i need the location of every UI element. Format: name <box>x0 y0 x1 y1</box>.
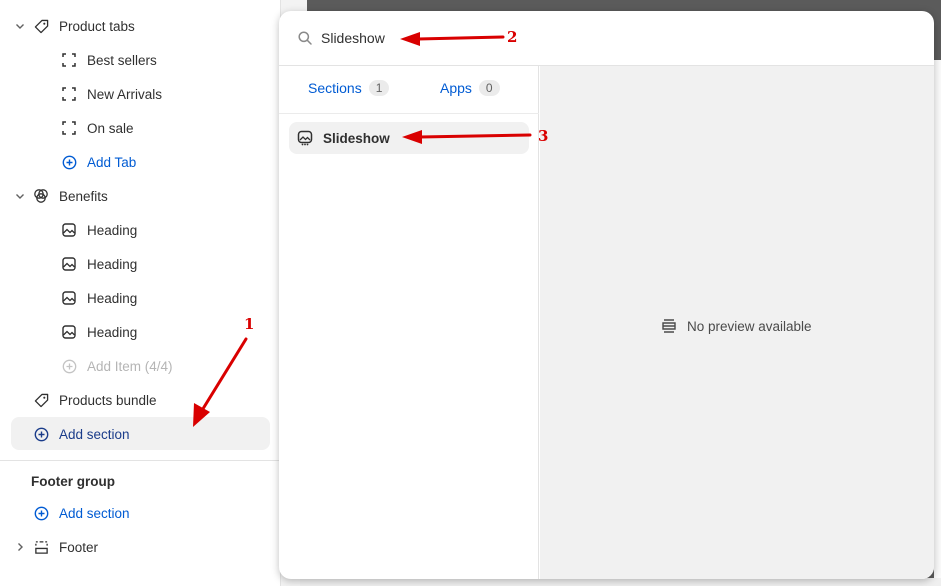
add-section-button[interactable]: Add section <box>0 419 280 449</box>
sidebar-item-label: New Arrivals <box>87 86 163 102</box>
sidebar-item-label: Product tabs <box>59 18 135 34</box>
tab-count-badge: 1 <box>368 80 390 96</box>
add-tab-label: Add Tab <box>87 154 137 170</box>
chevron-right-icon[interactable] <box>14 541 26 553</box>
search-icon <box>297 30 313 46</box>
tag-icon <box>33 18 49 34</box>
image-icon <box>61 290 77 306</box>
divider <box>0 460 280 461</box>
annotation-number-2: 2 <box>507 28 518 46</box>
sidebar-item-heading[interactable]: Heading <box>0 283 280 313</box>
sidebar-item-label: Heading <box>87 256 138 272</box>
sidebar-item-label: On sale <box>87 120 134 136</box>
chevron-down-icon[interactable] <box>14 20 26 32</box>
add-tab-button[interactable]: Add Tab <box>0 147 280 177</box>
sidebar-item-benefits[interactable]: Benefits <box>0 181 280 211</box>
results-pane: Sections 1 Apps 0 Slideshow <box>279 66 539 579</box>
plus-circle-icon <box>61 358 77 374</box>
add-item-label: Add Item (4/4) <box>87 358 173 374</box>
annotation-number-1: 1 <box>244 315 255 333</box>
add-section-popover: Sections 1 Apps 0 Slideshow No preview a… <box>279 11 934 579</box>
tab-sections[interactable]: Sections 1 <box>308 80 390 96</box>
dashed-square-icon <box>61 120 77 136</box>
no-preview-message: No preview available <box>661 318 812 334</box>
sidebar-item-heading[interactable]: Heading <box>0 317 280 347</box>
circles-icon <box>33 188 49 204</box>
preview-bottom-strip <box>300 578 941 586</box>
tab-label: Sections <box>308 80 362 96</box>
sidebar-item-on-sale[interactable]: On sale <box>0 113 280 143</box>
sidebar-item-label: Benefits <box>59 188 108 204</box>
plus-circle-icon <box>61 154 77 170</box>
sidebar-item-label: Best sellers <box>87 52 157 68</box>
image-icon <box>61 324 77 340</box>
preview-pane: No preview available <box>540 66 934 579</box>
sidebar-item-label: Heading <box>87 290 138 306</box>
preview-page-edge <box>934 60 941 586</box>
sidebar-item-label: Footer <box>59 539 99 555</box>
sidebar-item-footer[interactable]: Footer <box>0 532 280 562</box>
result-label: Slideshow <box>323 130 390 146</box>
tab-count-badge: 0 <box>478 80 500 96</box>
footer-layout-icon <box>33 539 49 555</box>
footer-add-section-button[interactable]: Add section <box>0 498 280 528</box>
sidebar-item-heading[interactable]: Heading <box>0 215 280 245</box>
annotation-number-3: 3 <box>538 127 549 145</box>
sidebar-item-label: Heading <box>87 222 138 238</box>
plus-circle-icon <box>33 426 49 442</box>
sidebar-item-best-sellers[interactable]: Best sellers <box>0 45 280 75</box>
plus-circle-icon <box>33 505 49 521</box>
sidebar-item-label: Heading <box>87 324 138 340</box>
add-item-button: Add Item (4/4) <box>0 351 280 381</box>
category-tabs: Sections 1 Apps 0 <box>279 66 539 114</box>
sidebar-item-heading[interactable]: Heading <box>0 249 280 279</box>
chevron-down-icon[interactable] <box>14 190 26 202</box>
dashed-square-icon <box>61 86 77 102</box>
add-section-label: Add section <box>59 505 130 521</box>
sidebar: Product tabs Best sellers New Arrivals O… <box>0 0 280 586</box>
sidebar-item-new-arrivals[interactable]: New Arrivals <box>0 79 280 109</box>
add-section-label: Add section <box>59 426 130 442</box>
sidebar-item-label: Products bundle <box>59 392 157 408</box>
tag-icon <box>33 392 49 408</box>
search-input[interactable] <box>321 28 621 48</box>
tab-apps[interactable]: Apps 0 <box>440 80 500 96</box>
result-item-slideshow[interactable]: Slideshow <box>289 122 529 154</box>
dashed-square-icon <box>61 52 77 68</box>
no-preview-text: No preview available <box>687 318 812 334</box>
image-icon <box>61 256 77 272</box>
layout-icon <box>662 319 676 333</box>
sidebar-item-products-bundle[interactable]: Products bundle <box>0 385 280 415</box>
sidebar-item-product-tabs[interactable]: Product tabs <box>0 11 280 41</box>
footer-group-title: Footer group <box>31 474 115 489</box>
tab-label: Apps <box>440 80 472 96</box>
image-icon <box>61 222 77 238</box>
slideshow-icon <box>297 130 313 146</box>
search-bar <box>279 11 934 66</box>
